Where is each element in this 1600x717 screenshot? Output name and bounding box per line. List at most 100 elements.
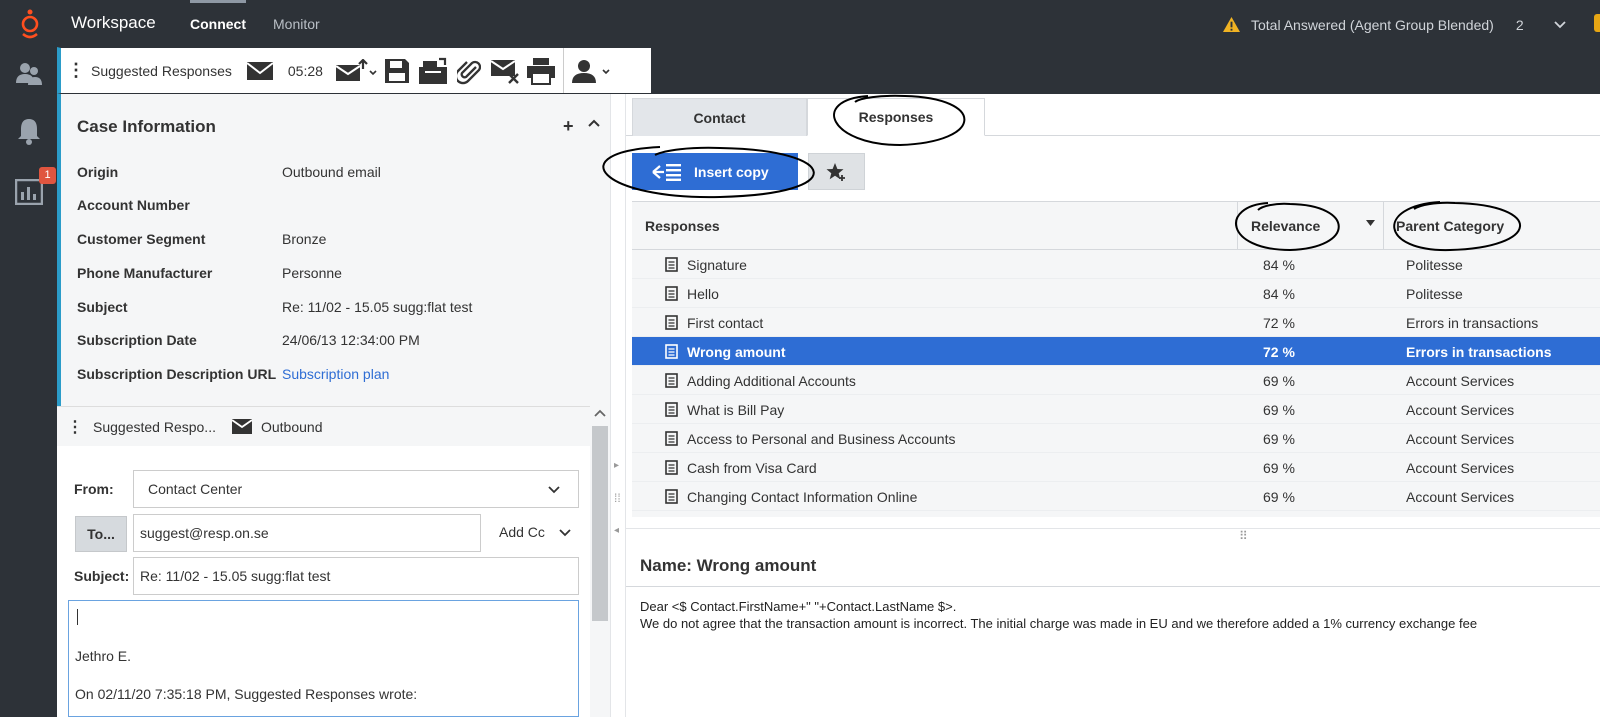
discard-email-button[interactable]: [487, 48, 523, 93]
response-name: Wrong amount: [687, 344, 786, 360]
response-category: Errors in transactions: [1406, 344, 1552, 360]
add-favorite-button[interactable]: [808, 153, 865, 190]
subscription-plan-link[interactable]: Subscription plan: [282, 366, 389, 382]
response-category: Account Services: [1406, 460, 1515, 476]
response-name: Hello: [687, 286, 719, 302]
email-body-editor[interactable]: Jethro E. On 02/11/20 7:35:18 PM, Sugges…: [68, 600, 579, 717]
interaction-toolbar: ⋮ Suggested Responses 05:28: [57, 47, 652, 94]
case-field-value: Personne: [282, 265, 342, 281]
case-field-value: Bronze: [282, 231, 327, 247]
document-icon: [665, 431, 678, 446]
email-icon: [231, 419, 252, 434]
notifications-button[interactable]: [12, 114, 46, 148]
email-actions-menu[interactable]: ⋮: [57, 417, 93, 437]
to-field[interactable]: suggest@resp.on.se: [133, 514, 481, 552]
workbin-icon: [418, 57, 447, 84]
collapse-left-icon[interactable]: ◂: [614, 525, 619, 536]
table-row[interactable]: Hello 84 % Politesse: [632, 279, 1600, 308]
insert-copy-button[interactable]: Insert copy: [632, 153, 798, 190]
party-actions-button[interactable]: [568, 48, 614, 93]
case-field-label: Origin: [77, 164, 119, 180]
response-relevance: 84 %: [1263, 257, 1295, 273]
case-field-value: Outbound email: [282, 164, 381, 180]
agent-icon: [571, 59, 610, 83]
table-row[interactable]: Access to Personal and Business Accounts…: [632, 424, 1600, 453]
document-icon: [665, 315, 678, 330]
panel-splitter[interactable]: ▸ ⁞⁞ ◂: [610, 94, 626, 717]
response-relevance: 69 %: [1263, 460, 1295, 476]
add-cc-label: Add Cc: [499, 524, 545, 540]
case-field-label: Account Number: [77, 197, 190, 213]
chevron-up-icon[interactable]: [588, 119, 600, 127]
add-case-data-button[interactable]: +: [563, 116, 574, 137]
expand-right-icon[interactable]: ▸: [614, 460, 619, 471]
add-cc-button[interactable]: Add Cc: [499, 524, 571, 540]
app-title: Workspace: [71, 13, 156, 32]
response-name: Changing Contact Information Online: [687, 489, 918, 505]
print-button[interactable]: [523, 48, 559, 93]
kpi-alert[interactable]: Total Answered (Agent Group Blended) 2: [1222, 16, 1566, 33]
response-category: Account Services: [1406, 373, 1515, 389]
tab-monitor[interactable]: Monitor: [273, 16, 320, 32]
reports-badge: 1: [39, 167, 56, 184]
table-row[interactable]: First contact 72 % Errors in transaction…: [632, 308, 1600, 337]
case-field-label: Subscription Date: [77, 332, 197, 348]
document-icon: [665, 402, 678, 417]
response-relevance: 69 %: [1263, 431, 1295, 447]
preview-splitter[interactable]: ⠿: [626, 528, 1600, 544]
tab-contact[interactable]: Contact: [632, 98, 807, 136]
table-row[interactable]: Adding Additional Accounts 69 % Account …: [632, 366, 1600, 395]
column-header-responses[interactable]: Responses: [645, 218, 720, 234]
attach-file-button[interactable]: [451, 48, 487, 93]
email-scrollbar[interactable]: [590, 406, 610, 717]
document-icon: [665, 373, 678, 388]
case-field-value: Re: 11/02 - 15.05 sugg:flat test: [282, 299, 473, 315]
response-name: Signature: [687, 257, 747, 273]
response-category: Politesse: [1406, 286, 1463, 302]
status-indicator[interactable]: [1594, 14, 1600, 32]
column-header-relevance[interactable]: Relevance: [1251, 218, 1320, 234]
preview-line-1: Dear <$ Contact.FirstName+" "+Contact.La…: [640, 599, 957, 614]
case-information-title: Case Information: [77, 117, 216, 136]
table-row-partial[interactable]: [632, 511, 1600, 517]
document-icon: [665, 286, 678, 301]
table-row[interactable]: Changing Contact Information Online 69 %…: [632, 482, 1600, 511]
move-to-workbin-button[interactable]: [415, 48, 451, 93]
response-relevance: 69 %: [1263, 373, 1295, 389]
to-button[interactable]: To...: [75, 516, 127, 552]
table-row-selected[interactable]: Wrong amount 72 % Errors in transactions: [632, 337, 1600, 366]
scrollbar-thumb[interactable]: [592, 426, 608, 621]
table-row[interactable]: Cash from Visa Card 69 % Account Service…: [632, 453, 1600, 482]
drag-handle-icon[interactable]: ⠿: [1239, 529, 1248, 543]
column-header-parent-category[interactable]: Parent Category: [1396, 218, 1504, 234]
more-actions-menu[interactable]: ⋮: [61, 48, 91, 93]
contacts-button[interactable]: [12, 57, 46, 91]
response-relevance: 72 %: [1263, 315, 1295, 331]
case-field-value: 24/06/13 12:34:00 PM: [282, 332, 420, 348]
from-value: Contact Center: [148, 481, 243, 497]
chevron-down-icon[interactable]: [1553, 20, 1566, 29]
from-dropdown[interactable]: Contact Center: [133, 470, 579, 508]
document-icon: [665, 344, 678, 359]
send-menu-button[interactable]: [333, 48, 379, 93]
warning-icon: [1223, 16, 1240, 33]
response-category: Account Services: [1406, 402, 1515, 418]
save-button[interactable]: [379, 48, 415, 93]
tab-connect[interactable]: Connect: [190, 0, 246, 32]
response-relevance: 84 %: [1263, 286, 1295, 302]
scroll-up-icon[interactable]: [594, 409, 606, 417]
sort-descending-icon[interactable]: [1366, 220, 1375, 226]
preview-title: Name: Wrong amount: [640, 556, 817, 575]
response-relevance: 69 %: [1263, 402, 1295, 418]
table-row[interactable]: Signature 84 % Politesse: [632, 250, 1600, 279]
drag-handle-icon[interactable]: ⁞⁞: [614, 491, 621, 505]
kpi-alert-count: 2: [1515, 16, 1524, 33]
table-row[interactable]: What is Bill Pay 69 % Account Services: [632, 395, 1600, 424]
kpi-alert-text: Total Answered (Agent Group Blended): [1251, 16, 1494, 33]
subject-field[interactable]: Re: 11/02 - 15.05 sugg:flat test: [133, 557, 579, 595]
email-signature: Jethro E.: [75, 648, 132, 664]
column-divider: [1237, 202, 1238, 250]
tab-responses[interactable]: Responses: [807, 98, 985, 136]
left-rail: 1: [0, 47, 57, 717]
response-category: Politesse: [1406, 257, 1463, 273]
